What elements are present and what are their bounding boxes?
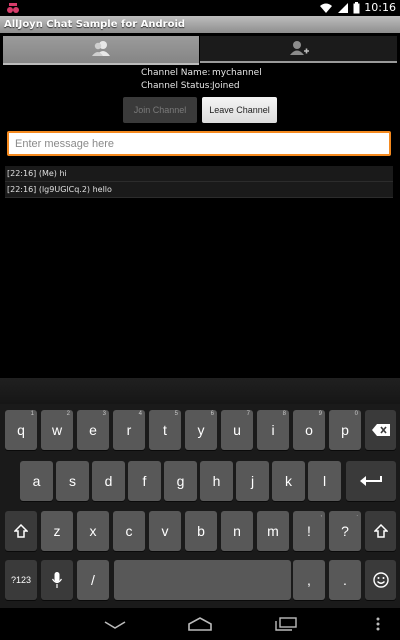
tab-host[interactable] [200,36,397,63]
key-e[interactable]: 3e [77,410,109,450]
key-y[interactable]: 6y [185,410,217,450]
overflow-menu-icon [376,617,380,631]
key-i[interactable]: 8i [257,410,289,450]
app-title: AllJoyn Chat Sample for Android [4,19,186,30]
add-contact-icon [289,41,309,55]
key-b[interactable]: b [185,511,217,551]
message-item: [22:16] (Me) hi [5,166,393,182]
enter-icon [360,476,382,486]
key-z[interactable]: z [41,511,73,551]
channel-name-label: Channel Name: [141,68,211,78]
backspace-key[interactable] [365,410,396,450]
shift-icon [373,524,388,538]
backspace-icon [371,424,390,436]
nav-menu-button[interactable] [358,608,398,640]
clock: 10:16 [364,1,396,14]
key-u[interactable]: 7u [221,410,253,450]
key-v[interactable]: v [149,511,181,551]
tab-chat[interactable] [3,36,199,65]
smiley-icon [372,572,389,588]
home-icon [188,617,212,631]
key-s[interactable]: s [56,461,89,501]
signal-icon [338,3,348,13]
key-exclamation[interactable]: ,! [293,511,325,551]
channel-status-label: Channel Status: [141,81,213,91]
key-w[interactable]: 2w [41,410,73,450]
key-t[interactable]: 5t [149,410,181,450]
alljoyn-icon [7,3,19,13]
message-input[interactable] [7,131,391,156]
contacts-icon [92,41,110,56]
keyboard-suggestion-strip [0,378,400,404]
key-f[interactable]: f [128,461,161,501]
key-p[interactable]: 0p [329,410,361,450]
key-k[interactable]: k [272,461,305,501]
key-c[interactable]: c [113,511,145,551]
join-channel-button[interactable]: Join Channel [123,97,197,123]
wifi-icon [320,3,332,13]
shift-key-right[interactable] [365,511,396,551]
recents-icon [275,617,297,631]
key-n[interactable]: n [221,511,253,551]
key-period[interactable]: . [329,560,361,600]
message-item: [22:16] (lg9UGlCq.2) hello [5,182,393,198]
key-g[interactable]: g [164,461,197,501]
status-bar: 10:16 [0,0,400,16]
channel-status-value: Joined [212,81,240,91]
key-r[interactable]: 4r [113,410,145,450]
key-q[interactable]: 1q [5,410,37,450]
key-slash[interactable]: / [77,560,109,600]
key-question[interactable]: .? [329,511,361,551]
leave-channel-button[interactable]: Leave Channel [202,97,277,123]
key-x[interactable]: x [77,511,109,551]
nav-back-button[interactable] [90,608,140,640]
enter-key[interactable] [346,461,396,501]
mic-icon [52,572,62,588]
title-bar: AllJoyn Chat Sample for Android [0,16,400,33]
navigation-bar [0,608,400,640]
battery-icon [353,2,360,14]
key-d[interactable]: d [92,461,125,501]
key-a[interactable]: a [20,461,53,501]
key-m[interactable]: m [257,511,289,551]
channel-name-value: mychannel [212,68,262,78]
key-l[interactable]: l [308,461,341,501]
nav-home-button[interactable] [175,608,225,640]
key-o[interactable]: 9o [293,410,325,450]
space-key[interactable] [114,560,291,600]
nav-recents-button[interactable] [261,608,311,640]
voice-input-key[interactable] [41,560,73,600]
symbols-key[interactable]: ?123 [5,560,37,600]
shift-key-left[interactable] [5,511,37,551]
emoji-key[interactable] [365,560,396,600]
back-icon [104,621,126,629]
key-h[interactable]: h [200,461,233,501]
status-icons [319,1,360,15]
key-j[interactable]: j [236,461,269,501]
key-comma[interactable]: , [293,560,325,600]
shift-icon [14,524,28,538]
